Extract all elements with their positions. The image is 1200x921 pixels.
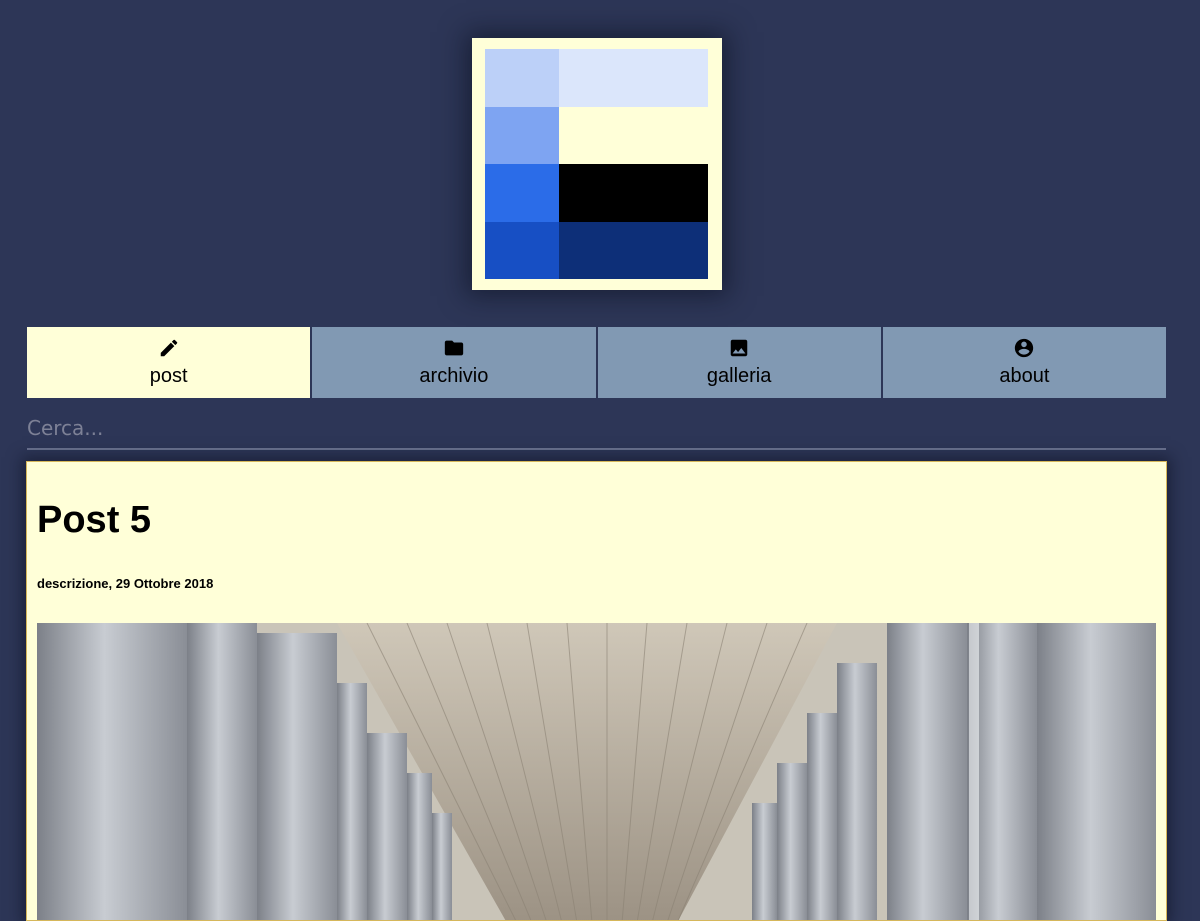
logo-grid [485, 49, 708, 279]
post-image[interactable] [37, 623, 1156, 920]
nav-item-post[interactable]: post [27, 327, 311, 398]
main-nav: post archivio galleria about [27, 327, 1166, 398]
account-circle-icon [1015, 338, 1034, 358]
colonnade-photo [37, 623, 1156, 920]
nav-item-archivio[interactable]: archivio [310, 327, 596, 398]
logo-tile [559, 222, 708, 279]
logo-tile [559, 49, 708, 107]
post-title[interactable]: Post 5 [37, 499, 151, 542]
nav-item-about[interactable]: about [880, 327, 1166, 398]
image-icon [730, 339, 748, 357]
post-card: Post 5 descrizione, 29 Ottobre 2018 [26, 461, 1167, 921]
logo-tile [485, 164, 559, 222]
nav-label: post [149, 365, 188, 387]
folder-icon [444, 340, 464, 356]
logo-tile [559, 164, 708, 222]
site-logo[interactable] [472, 38, 722, 290]
nav-label: archivio [419, 365, 489, 387]
nav-label: galleria [706, 365, 772, 387]
logo-tile [485, 49, 559, 107]
logo-tile [485, 222, 559, 279]
nav-label: about [999, 365, 1050, 387]
logo-tile [559, 107, 708, 164]
logo-tile [485, 107, 559, 164]
post-meta: descrizione, 29 Ottobre 2018 [37, 576, 214, 591]
nav-item-galleria[interactable]: galleria [595, 327, 881, 398]
pencil-icon [160, 339, 177, 357]
search-input[interactable] [27, 408, 1166, 450]
